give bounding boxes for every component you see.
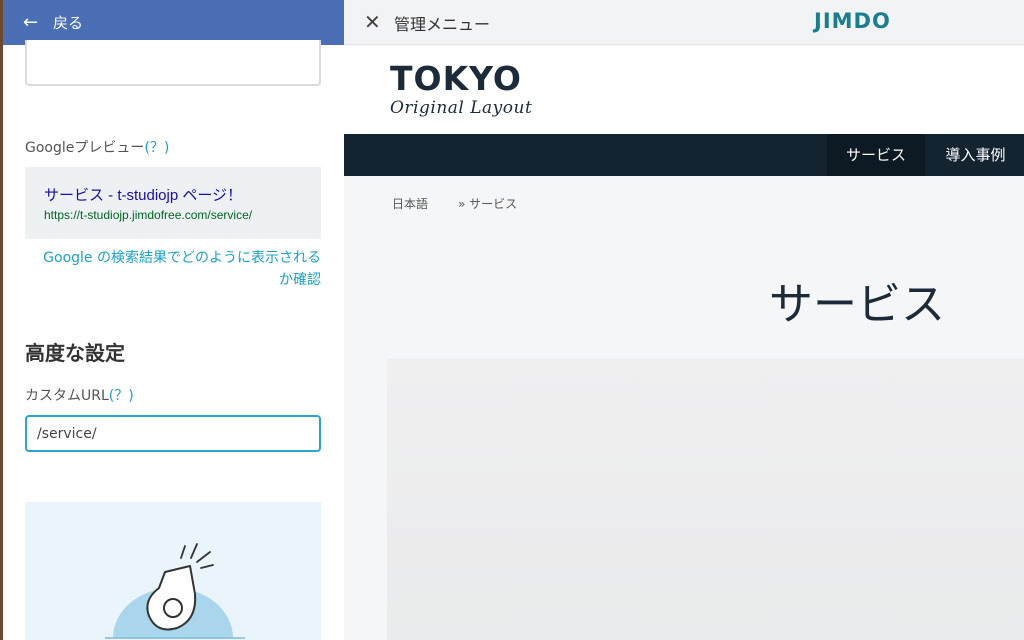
site-logo-main[interactable]: TOKYO xyxy=(390,62,522,95)
google-preview-label-text: Googleプレビュー xyxy=(25,140,145,156)
back-label: 戻る xyxy=(53,14,84,32)
website-preview: TOKYO Original Layout サービス 導入事例 日本語 » サー… xyxy=(344,46,1024,640)
google-preview-title: サービス - t-studiojp ページ！ xyxy=(44,187,243,204)
advanced-settings-heading: 高度な設定 xyxy=(25,341,125,365)
site-logo-sub: Original Layout xyxy=(390,98,533,118)
custom-url-label: カスタムURL(？) xyxy=(25,385,134,405)
whistle-illustration-card xyxy=(25,502,321,640)
description-textarea[interactable] xyxy=(25,40,321,86)
admin-menu-button[interactable]: 管理メニュー xyxy=(394,11,490,35)
close-icon[interactable]: ✕ xyxy=(364,10,381,34)
google-preview-url: https://t-studiojp.jimdofree.com/service… xyxy=(44,208,253,222)
breadcrumb-home[interactable]: 日本語 xyxy=(392,195,428,212)
breadcrumb-current-label: サービス xyxy=(469,197,518,211)
custom-url-label-text: カスタムURL xyxy=(25,388,109,404)
custom-url-input[interactable] xyxy=(25,415,321,452)
page-title: サービス xyxy=(769,279,945,330)
google-preview-label: Googleプレビュー(？) xyxy=(25,137,169,157)
nav-item-service[interactable]: サービス xyxy=(827,134,925,176)
google-search-check-link-line1: Google の検索結果でどのように表示される xyxy=(43,250,321,266)
google-search-check-link-line2: か確認 xyxy=(279,272,321,288)
google-preview-box: サービス - t-studiojp ページ！ https://t-studioj… xyxy=(25,167,321,239)
back-arrow-icon: ← xyxy=(23,11,39,33)
admin-topbar: ✕ 管理メニュー JIMDO xyxy=(344,0,1024,45)
breadcrumb-separator: » xyxy=(458,197,466,211)
whistle-illustration-icon xyxy=(105,543,245,639)
back-button[interactable]: ← 戻る xyxy=(3,0,344,45)
google-preview-help-link[interactable]: (？) xyxy=(144,140,169,156)
jimdo-logo: JIMDO xyxy=(814,9,891,33)
page-settings-panel: ← 戻る Googleプレビュー(？) サービス - t-studiojp ペー… xyxy=(3,0,344,640)
hero-image xyxy=(387,359,1024,640)
custom-url-help-link[interactable]: (？) xyxy=(109,388,134,404)
google-search-check-link[interactable]: Google の検索結果でどのように表示される か確認 xyxy=(25,247,321,291)
nav-item-case-studies[interactable]: 導入事例 xyxy=(927,134,1024,176)
breadcrumb-current: » サービス xyxy=(458,195,517,212)
site-header: TOKYO Original Layout xyxy=(344,46,1024,134)
site-navigation: サービス 導入事例 xyxy=(344,134,1024,176)
